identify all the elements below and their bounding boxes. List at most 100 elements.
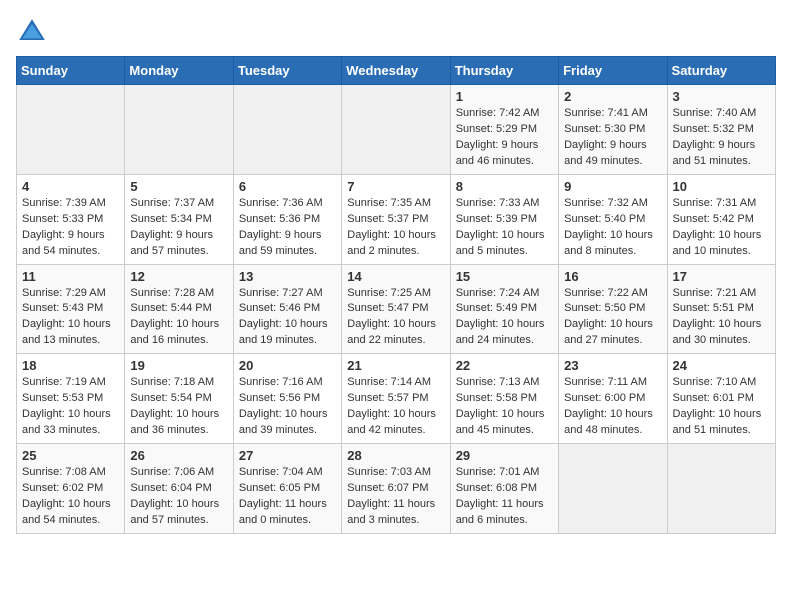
- day-number: 15: [456, 269, 553, 284]
- header-sunday: Sunday: [17, 57, 125, 85]
- day-number: 24: [673, 358, 770, 373]
- day-number: 18: [22, 358, 119, 373]
- day-number: 22: [456, 358, 553, 373]
- day-number: 29: [456, 448, 553, 463]
- day-number: 25: [22, 448, 119, 463]
- day-number: 21: [347, 358, 444, 373]
- day-number: 1: [456, 89, 553, 104]
- calendar-cell: 28 Sunrise: 7:03 AM Sunset: 6:07 PM Dayli…: [342, 444, 450, 534]
- day-number: 17: [673, 269, 770, 284]
- day-info: Sunrise: 7:42 AM Sunset: 5:29 PM Dayligh…: [456, 106, 553, 170]
- calendar-cell: 11 Sunrise: 7:29 AM Sunset: 5:43 PM Dayli…: [17, 264, 125, 354]
- calendar-cell: 12 Sunrise: 7:28 AM Sunset: 5:44 PM Dayli…: [125, 264, 233, 354]
- calendar-cell: 24 Sunrise: 7:10 AM Sunset: 6:01 PM Dayli…: [667, 354, 775, 444]
- day-number: 10: [673, 179, 770, 194]
- calendar-week-2: 4 Sunrise: 7:39 AM Sunset: 5:33 PM Daylig…: [17, 174, 776, 264]
- calendar-week-1: 1 Sunrise: 7:42 AM Sunset: 5:29 PM Daylig…: [17, 85, 776, 175]
- calendar-week-5: 25 Sunrise: 7:08 AM Sunset: 6:02 PM Dayli…: [17, 444, 776, 534]
- calendar-cell: 21 Sunrise: 7:14 AM Sunset: 5:57 PM Dayli…: [342, 354, 450, 444]
- day-info: Sunrise: 7:18 AM Sunset: 5:54 PM Dayligh…: [130, 375, 227, 439]
- calendar-cell: 16 Sunrise: 7:22 AM Sunset: 5:50 PM Dayli…: [559, 264, 667, 354]
- calendar-cell: [559, 444, 667, 534]
- calendar-cell: [233, 85, 341, 175]
- logo-icon: [16, 16, 48, 48]
- day-number: 23: [564, 358, 661, 373]
- day-info: Sunrise: 7:13 AM Sunset: 5:58 PM Dayligh…: [456, 375, 553, 439]
- day-number: 11: [22, 269, 119, 284]
- calendar-cell: 18 Sunrise: 7:19 AM Sunset: 5:53 PM Dayli…: [17, 354, 125, 444]
- day-info: Sunrise: 7:37 AM Sunset: 5:34 PM Dayligh…: [130, 196, 227, 260]
- calendar-cell: [17, 85, 125, 175]
- day-number: 12: [130, 269, 227, 284]
- calendar-cell: 20 Sunrise: 7:16 AM Sunset: 5:56 PM Dayli…: [233, 354, 341, 444]
- day-info: Sunrise: 7:25 AM Sunset: 5:47 PM Dayligh…: [347, 286, 444, 350]
- day-info: Sunrise: 7:11 AM Sunset: 6:00 PM Dayligh…: [564, 375, 661, 439]
- calendar-cell: 10 Sunrise: 7:31 AM Sunset: 5:42 PM Dayli…: [667, 174, 775, 264]
- day-number: 5: [130, 179, 227, 194]
- day-number: 19: [130, 358, 227, 373]
- calendar-cell: 1 Sunrise: 7:42 AM Sunset: 5:29 PM Daylig…: [450, 85, 558, 175]
- day-info: Sunrise: 7:41 AM Sunset: 5:30 PM Dayligh…: [564, 106, 661, 170]
- header-tuesday: Tuesday: [233, 57, 341, 85]
- calendar-cell: 6 Sunrise: 7:36 AM Sunset: 5:36 PM Daylig…: [233, 174, 341, 264]
- day-number: 27: [239, 448, 336, 463]
- day-number: 2: [564, 89, 661, 104]
- header-thursday: Thursday: [450, 57, 558, 85]
- day-number: 13: [239, 269, 336, 284]
- calendar-cell: [125, 85, 233, 175]
- day-number: 6: [239, 179, 336, 194]
- day-info: Sunrise: 7:04 AM Sunset: 6:05 PM Dayligh…: [239, 465, 336, 529]
- calendar-cell: 9Sunrise: 7:32 AM Sunset: 5:40 PM Daylig…: [559, 174, 667, 264]
- day-number: 7: [347, 179, 444, 194]
- day-info: Sunrise: 7:24 AM Sunset: 5:49 PM Dayligh…: [456, 286, 553, 350]
- header-wednesday: Wednesday: [342, 57, 450, 85]
- day-info: Sunrise: 7:31 AM Sunset: 5:42 PM Dayligh…: [673, 196, 770, 260]
- calendar-cell: 29 Sunrise: 7:01 AM Sunset: 6:08 PM Dayli…: [450, 444, 558, 534]
- day-info: Sunrise: 7:33 AM Sunset: 5:39 PM Dayligh…: [456, 196, 553, 260]
- day-info: Sunrise: 7:19 AM Sunset: 5:53 PM Dayligh…: [22, 375, 119, 439]
- calendar-cell: 7 Sunrise: 7:35 AM Sunset: 5:37 PM Daylig…: [342, 174, 450, 264]
- day-info: Sunrise: 7:21 AM Sunset: 5:51 PM Dayligh…: [673, 286, 770, 350]
- day-number: 28: [347, 448, 444, 463]
- calendar-cell: 2 Sunrise: 7:41 AM Sunset: 5:30 PM Daylig…: [559, 85, 667, 175]
- day-number: 4: [22, 179, 119, 194]
- day-info: Sunrise: 7:39 AM Sunset: 5:33 PM Dayligh…: [22, 196, 119, 260]
- calendar-cell: 15 Sunrise: 7:24 AM Sunset: 5:49 PM Dayli…: [450, 264, 558, 354]
- day-info: Sunrise: 7:40 AM Sunset: 5:32 PM Dayligh…: [673, 106, 770, 170]
- day-info: Sunrise: 7:06 AM Sunset: 6:04 PM Dayligh…: [130, 465, 227, 529]
- day-info: Sunrise: 7:03 AM Sunset: 6:07 PM Dayligh…: [347, 465, 444, 529]
- calendar-cell: 25 Sunrise: 7:08 AM Sunset: 6:02 PM Dayli…: [17, 444, 125, 534]
- day-number: 8: [456, 179, 553, 194]
- day-number: 14: [347, 269, 444, 284]
- day-info: Sunrise: 7:28 AM Sunset: 5:44 PM Dayligh…: [130, 286, 227, 350]
- day-info: Sunrise: 7:16 AM Sunset: 5:56 PM Dayligh…: [239, 375, 336, 439]
- calendar-cell: [342, 85, 450, 175]
- header-saturday: Saturday: [667, 57, 775, 85]
- calendar-cell: 14 Sunrise: 7:25 AM Sunset: 5:47 PM Dayli…: [342, 264, 450, 354]
- day-number: 26: [130, 448, 227, 463]
- day-info: Sunrise: 7:08 AM Sunset: 6:02 PM Dayligh…: [22, 465, 119, 529]
- day-info: Sunrise: 7:32 AM Sunset: 5:40 PM Dayligh…: [564, 196, 661, 260]
- calendar-cell: 22 Sunrise: 7:13 AM Sunset: 5:58 PM Dayli…: [450, 354, 558, 444]
- logo: [16, 16, 52, 48]
- day-number: 16: [564, 269, 661, 284]
- page-header: [16, 16, 776, 48]
- day-number: 3: [673, 89, 770, 104]
- calendar-body: 1 Sunrise: 7:42 AM Sunset: 5:29 PM Daylig…: [17, 85, 776, 534]
- calendar-cell: 17 Sunrise: 7:21 AM Sunset: 5:51 PM Dayli…: [667, 264, 775, 354]
- calendar-week-3: 11 Sunrise: 7:29 AM Sunset: 5:43 PM Dayli…: [17, 264, 776, 354]
- calendar-cell: 13Sunrise: 7:27 AM Sunset: 5:46 PM Dayli…: [233, 264, 341, 354]
- day-info: Sunrise: 7:36 AM Sunset: 5:36 PM Dayligh…: [239, 196, 336, 260]
- day-info: Sunrise: 7:22 AM Sunset: 5:50 PM Dayligh…: [564, 286, 661, 350]
- calendar-week-4: 18 Sunrise: 7:19 AM Sunset: 5:53 PM Dayli…: [17, 354, 776, 444]
- day-number: 20: [239, 358, 336, 373]
- day-info: Sunrise: 7:29 AM Sunset: 5:43 PM Dayligh…: [22, 286, 119, 350]
- day-info: Sunrise: 7:01 AM Sunset: 6:08 PM Dayligh…: [456, 465, 553, 529]
- calendar-cell: 26 Sunrise: 7:06 AM Sunset: 6:04 PM Dayli…: [125, 444, 233, 534]
- calendar-cell: [667, 444, 775, 534]
- calendar-header: Sunday Monday Tuesday Wednesday Thursday…: [17, 57, 776, 85]
- day-info: Sunrise: 7:10 AM Sunset: 6:01 PM Dayligh…: [673, 375, 770, 439]
- day-info: Sunrise: 7:14 AM Sunset: 5:57 PM Dayligh…: [347, 375, 444, 439]
- calendar-cell: 19 Sunrise: 7:18 AM Sunset: 5:54 PM Dayli…: [125, 354, 233, 444]
- day-info: Sunrise: 7:35 AM Sunset: 5:37 PM Dayligh…: [347, 196, 444, 260]
